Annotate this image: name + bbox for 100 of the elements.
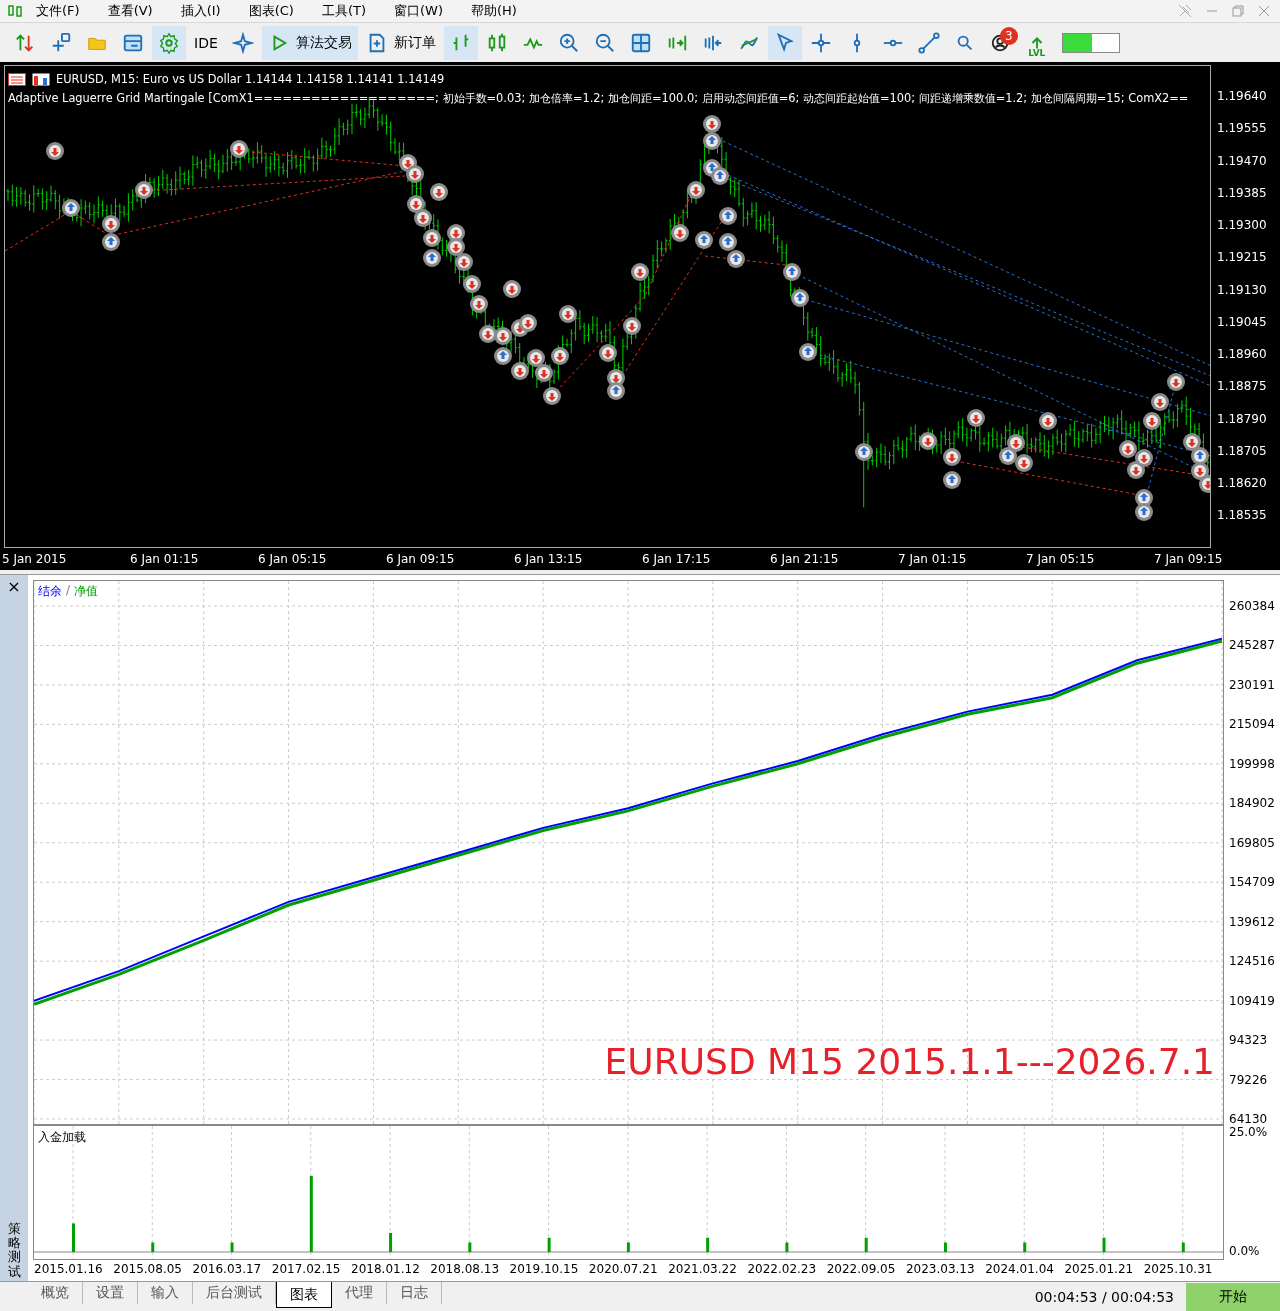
chart-window-icon [8, 73, 26, 86]
toolbar-button[interactable] [152, 25, 186, 60]
up-down-arrows-icon [14, 31, 36, 54]
date-label: 2023.03.13 [905, 1262, 976, 1276]
date-label: 2025.10.31 [1143, 1262, 1214, 1276]
buy-marker-icon [719, 207, 737, 225]
toolbar-button[interactable]: 新订单 [359, 25, 442, 60]
sell-marker-icon [406, 165, 424, 183]
price-label: 1.19045 [1216, 314, 1268, 331]
buy-marker-icon [727, 250, 745, 268]
time-label: 7 Jan 01:15 [897, 552, 968, 566]
overlay-caption: EURUSD M15 2015.1.1---2026.7.1 [604, 1041, 1215, 1082]
tab[interactable]: 代理 [332, 1282, 387, 1304]
sell-marker-icon [527, 349, 545, 367]
legend-label: 净值 [74, 583, 99, 600]
close-icon[interactable] [1258, 4, 1270, 18]
date-label: 2022.09.05 [826, 1262, 897, 1276]
panel-title: 策略测试 [7, 1221, 21, 1279]
axis-label: 230191 [1229, 677, 1275, 692]
sell-marker-icon [470, 295, 488, 313]
close-button[interactable]: × [7, 577, 21, 596]
time-label: 5 Jan 2015 [1, 552, 68, 566]
time-label: 6 Jan 05:15 [257, 552, 328, 566]
axis-label: 109419 [1229, 993, 1275, 1008]
sell-marker-icon [423, 229, 441, 247]
date-label: 2024.01.04 [985, 1262, 1055, 1276]
toolbar-button[interactable]: 3 [983, 25, 1018, 60]
axis-label: 215094 [1229, 717, 1275, 732]
sell-marker-icon [967, 409, 985, 427]
toolbar-button[interactable]: IDE [188, 25, 224, 60]
tab[interactable]: 设置 [83, 1282, 138, 1304]
tab[interactable]: 输入 [138, 1282, 193, 1304]
start-button[interactable]: 开始 [1186, 1282, 1280, 1311]
sell-marker-icon [46, 142, 64, 160]
sell-marker-icon [455, 253, 473, 271]
price-label: 1.19555 [1216, 121, 1268, 138]
toolbar-button[interactable] [443, 25, 478, 60]
load-bar [626, 1242, 630, 1252]
buy-marker-icon [719, 233, 737, 251]
buy-marker-icon [1135, 503, 1153, 521]
load-bar [468, 1242, 472, 1252]
price-label: 1.19640 [1216, 89, 1268, 105]
menu-item[interactable]: 帮助(H) [457, 2, 531, 20]
buy-marker-icon [695, 231, 713, 249]
sell-marker-icon [519, 314, 537, 332]
menu-item[interactable]: 文件(F) [22, 2, 94, 20]
sell-marker-icon [1167, 373, 1185, 391]
zoom-in-icon [557, 31, 580, 54]
menu-item[interactable]: 插入(I) [166, 2, 235, 20]
toolbar-button[interactable]: 算法交易 [261, 25, 358, 60]
menu-item[interactable]: 查看(V) [93, 2, 167, 20]
buy-marker-icon [711, 167, 729, 185]
price-label: 1.19385 [1216, 185, 1268, 202]
toolbar-button[interactable] [767, 25, 802, 60]
sell-marker-icon [671, 224, 689, 242]
load-bar [151, 1242, 155, 1252]
sell-marker-icon [447, 238, 465, 256]
sell-marker-icon [1151, 393, 1169, 411]
sell-marker-icon [102, 215, 120, 233]
zoom-out-icon [593, 31, 616, 54]
buy-marker-icon [703, 132, 721, 150]
buy-marker-icon [423, 249, 441, 267]
load-bar [706, 1237, 710, 1252]
sell-marker-icon [503, 280, 521, 298]
menu-item[interactable]: 工具(T) [307, 2, 380, 20]
load-bar [230, 1242, 234, 1252]
sell-marker-icon [535, 364, 553, 382]
menu-item[interactable]: 图表(C) [234, 2, 308, 20]
app-logo-icon [8, 3, 22, 19]
buy-marker-icon [943, 471, 961, 489]
buy-marker-icon [783, 263, 801, 281]
sell-marker-icon [919, 432, 937, 450]
sell-marker-icon [943, 448, 961, 466]
time-label: 6 Jan 01:15 [129, 552, 200, 566]
sell-marker-icon [559, 305, 577, 323]
axis-label: 94323 [1229, 1033, 1268, 1048]
date-label: 2021.03.22 [668, 1262, 738, 1276]
trend-line-icon [917, 31, 940, 54]
tab[interactable]: 日志 [387, 1282, 442, 1304]
axis-label: 260384 [1229, 599, 1275, 613]
date-label: 2019.10.15 [509, 1262, 580, 1276]
load-bar [943, 1242, 947, 1252]
menu-item[interactable]: 窗口(W) [380, 2, 457, 20]
time-label: 6 Jan 17:15 [641, 552, 712, 566]
buy-marker-icon [799, 343, 817, 361]
sell-marker-icon [687, 181, 705, 199]
load-bar [547, 1237, 551, 1252]
time-label: 6 Jan 21:15 [769, 552, 840, 566]
legend-separator: / [66, 583, 71, 599]
pin-icon[interactable] [1178, 4, 1192, 18]
indicator-parameters: Adaptive Laguerre Grid Martingale [ComX1===================; 初始手数=0.03; 加仓倍率=1.2; 加仓间距=100.0; 启用动态间距值=6; 动态间距起始值=100; 间距递增乘数值=1.2; 加仓间隔周期=15; ComX2== [8, 91, 1189, 105]
sell-marker-icon [551, 347, 569, 365]
time-label: 7 Jan 05:15 [1025, 552, 1096, 566]
sell-marker-icon [1015, 454, 1033, 472]
date-label: 2015.08.05 [113, 1262, 183, 1276]
buy-marker-icon [855, 443, 873, 461]
axis-label: 245287 [1229, 638, 1275, 653]
tab[interactable]: 图表 [276, 1282, 332, 1308]
price-label: 1.19130 [1216, 282, 1268, 299]
tab[interactable]: 概览 [28, 1282, 83, 1304]
